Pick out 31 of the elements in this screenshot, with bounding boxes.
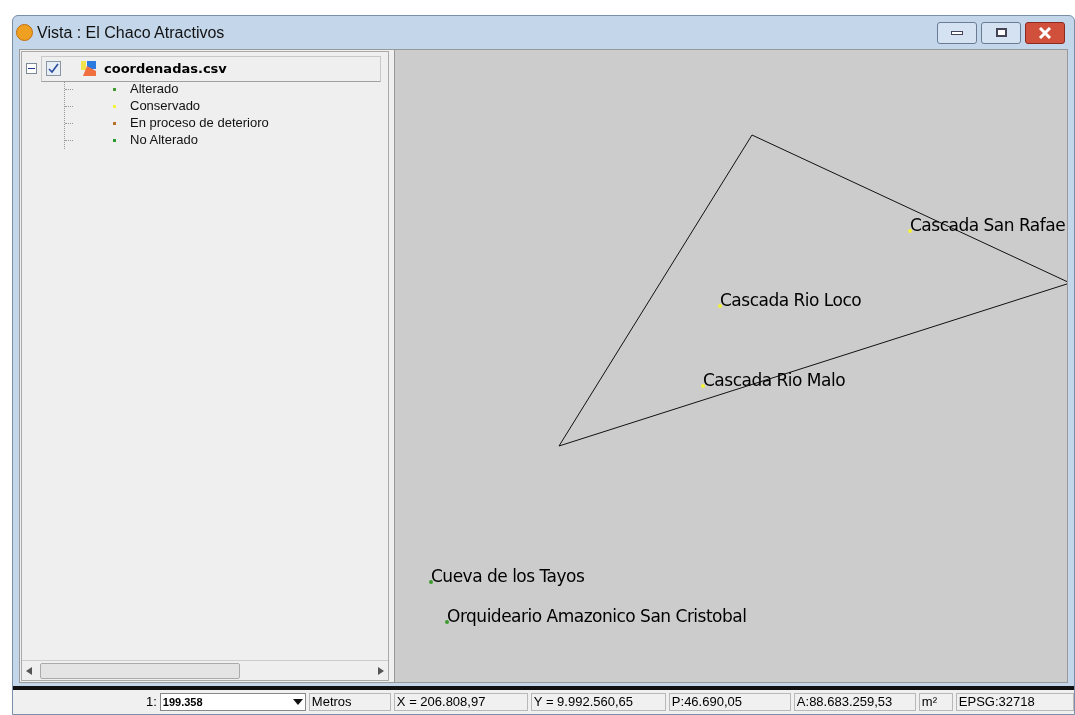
close-button[interactable] xyxy=(1025,21,1065,44)
layer-name: coordenadas.csv xyxy=(104,60,227,78)
scale-dropdown[interactable]: 199.358 xyxy=(159,693,306,711)
units-field: Metros xyxy=(308,693,391,711)
map-label: Cascada Rio Loco xyxy=(720,289,862,312)
scroll-right-icon[interactable] xyxy=(378,666,384,675)
close-icon xyxy=(1038,26,1052,39)
legend-label: En proceso de deterioro xyxy=(130,114,269,133)
window-title: Vista : El Chaco Atractivos xyxy=(37,22,225,43)
area-field: A:88.683.259,53 xyxy=(793,693,916,711)
legend-label: Alterado xyxy=(130,80,179,99)
perimeter-field: P:46.690,05 xyxy=(668,693,791,711)
maximize-button[interactable] xyxy=(981,21,1021,44)
scale-prefix: 1: xyxy=(146,693,157,712)
legend-label: Conservado xyxy=(130,97,201,116)
scroll-left-icon[interactable] xyxy=(26,666,32,675)
legend-label: No Alterado xyxy=(130,131,198,150)
y-coordinate: Y = 9.992.560,65 xyxy=(530,693,666,711)
minimize-button[interactable] xyxy=(937,21,977,44)
collapse-toggle[interactable] xyxy=(26,63,37,75)
crs-field: EPSG:32718 xyxy=(955,693,1074,711)
dropdown-caret-icon xyxy=(292,699,303,705)
map-label: Orquideario Amazonico San Cristobal xyxy=(447,605,747,628)
map-label: Cueva de los Tayos xyxy=(431,565,585,588)
x-coordinate: X = 206.808,97 xyxy=(393,693,528,711)
area-units-field: m² xyxy=(918,693,953,711)
map-label: Cascada Rio Malo xyxy=(703,369,846,392)
horizontal-scrollbar[interactable] xyxy=(22,660,388,680)
layer-checkbox[interactable] xyxy=(46,61,61,77)
layer-icon xyxy=(81,61,96,77)
app-icon xyxy=(16,24,33,41)
